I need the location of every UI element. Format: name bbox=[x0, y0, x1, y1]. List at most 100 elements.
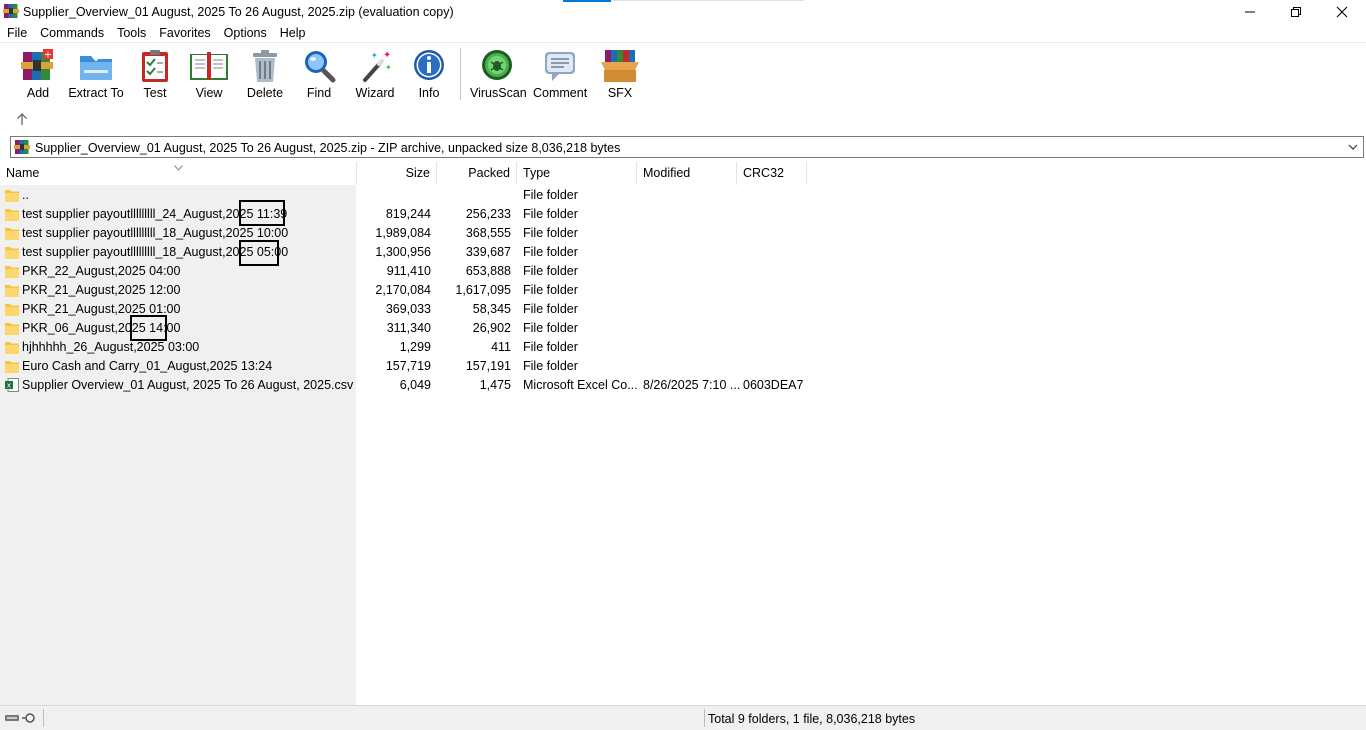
add-label: Add bbox=[26, 86, 50, 100]
row-packed: 256,233 bbox=[465, 207, 511, 221]
sfx-box-icon bbox=[599, 48, 641, 84]
column-packed[interactable]: Packed bbox=[437, 162, 517, 185]
row-type: File folder bbox=[523, 302, 578, 316]
magic-wand-icon: ✦ ✦ ✦ bbox=[357, 48, 393, 84]
folder-icon bbox=[5, 228, 19, 240]
file-row[interactable]: .. File folder bbox=[0, 186, 810, 205]
file-row[interactable]: x Supplier Overview_01 August, 2025 To 2… bbox=[0, 376, 810, 395]
title-grey-line bbox=[611, 0, 804, 1]
row-type: File folder bbox=[523, 340, 578, 354]
delete-button[interactable]: Delete bbox=[246, 48, 284, 100]
menu-tools[interactable]: Tools bbox=[110, 24, 152, 42]
row-name: PKR_22_August,2025 04:00 bbox=[22, 264, 181, 278]
file-row[interactable]: PKR_22_August,2025 04:00 911,410 653,888… bbox=[0, 262, 810, 281]
sfx-button[interactable]: SFX bbox=[599, 48, 641, 100]
minimize-icon bbox=[1245, 11, 1255, 13]
row-modified: 8/26/2025 7:10 ... bbox=[643, 378, 741, 392]
column-crc32[interactable]: CRC32 bbox=[737, 162, 807, 185]
status-drive-icons[interactable] bbox=[4, 712, 38, 727]
zip-archive-icon bbox=[14, 139, 30, 155]
column-type[interactable]: Type bbox=[517, 162, 637, 185]
file-row[interactable]: PKR_21_August,2025 12:00 2,170,084 1,617… bbox=[0, 281, 810, 300]
folder-icon bbox=[5, 342, 19, 354]
virusscan-button[interactable]: VirusScan bbox=[470, 48, 527, 100]
view-button[interactable]: View bbox=[187, 48, 231, 100]
window-title: Supplier_Overview_01 August, 2025 To 26 … bbox=[23, 5, 454, 19]
row-type: Microsoft Excel Co... bbox=[523, 378, 638, 392]
row-type: File folder bbox=[523, 188, 578, 202]
close-icon bbox=[1336, 6, 1348, 18]
address-dropdown-button[interactable] bbox=[1347, 141, 1359, 153]
trash-bin-icon bbox=[247, 48, 283, 84]
comment-button[interactable]: Comment bbox=[533, 48, 587, 100]
row-packed: 653,888 bbox=[465, 264, 511, 278]
row-type: File folder bbox=[523, 321, 578, 335]
find-button[interactable]: Find bbox=[301, 48, 337, 100]
winrar-app-icon bbox=[3, 3, 19, 19]
row-type: File folder bbox=[523, 245, 578, 259]
address-text: Supplier_Overview_01 August, 2025 To 26 … bbox=[35, 141, 621, 155]
maximize-button[interactable] bbox=[1273, 0, 1319, 24]
virusscan-label: VirusScan bbox=[470, 86, 527, 100]
arrow-up-icon bbox=[17, 113, 27, 125]
sort-indicator-icon bbox=[174, 160, 183, 171]
menu-favorites[interactable]: Favorites bbox=[152, 24, 216, 42]
delete-label: Delete bbox=[246, 86, 284, 100]
menu-commands[interactable]: Commands bbox=[33, 24, 110, 42]
row-packed: 157,191 bbox=[465, 359, 511, 373]
row-size: 6,049 bbox=[399, 378, 431, 392]
title-bar: Supplier_Overview_01 August, 2025 To 26 … bbox=[0, 0, 1366, 24]
menu-file[interactable]: File bbox=[0, 24, 33, 42]
test-button[interactable]: Test bbox=[137, 48, 173, 100]
row-size: 311,340 bbox=[386, 321, 431, 335]
row-size bbox=[357, 186, 431, 205]
status-bar: Total 9 folders, 1 file, 8,036,218 bytes bbox=[0, 705, 1366, 730]
folder-icon bbox=[5, 361, 19, 373]
column-modified[interactable]: Modified bbox=[637, 162, 737, 185]
menu-bar: File Commands Tools Favorites Options He… bbox=[0, 24, 1366, 42]
up-folder-button[interactable] bbox=[14, 111, 30, 127]
row-packed: 1,617,095 bbox=[455, 283, 511, 297]
title-accent-line bbox=[563, 0, 611, 2]
highlight-box-1400 bbox=[130, 315, 167, 341]
file-row[interactable]: test supplier payoutlllllllll_18_August,… bbox=[0, 243, 810, 262]
file-row[interactable]: PKR_06_August,2025 14:00 311,340 26,902 … bbox=[0, 319, 810, 338]
file-row[interactable]: Euro Cash and Carry_01_August,2025 13:24… bbox=[0, 357, 810, 376]
close-button[interactable] bbox=[1319, 0, 1365, 24]
row-size: 819,244 bbox=[385, 207, 431, 221]
add-button[interactable]: + Add bbox=[20, 48, 56, 100]
folder-icon bbox=[5, 323, 19, 335]
magnifier-icon bbox=[301, 48, 337, 84]
row-name: .. bbox=[22, 188, 29, 202]
menu-help[interactable]: Help bbox=[273, 24, 312, 42]
view-book-icon bbox=[188, 48, 230, 84]
row-size: 1,989,084 bbox=[375, 226, 431, 240]
restore-icon bbox=[1291, 7, 1301, 17]
file-row[interactable]: test supplier payoutlllllllll_24_August,… bbox=[0, 205, 810, 224]
file-row[interactable]: PKR_21_August,2025 01:00 369,033 58,345 … bbox=[0, 300, 810, 319]
row-size: 911,410 bbox=[386, 264, 431, 278]
file-row[interactable]: test supplier payoutlllllllll_18_August,… bbox=[0, 224, 810, 243]
svg-text:✦: ✦ bbox=[385, 63, 392, 72]
info-button[interactable]: Info bbox=[411, 48, 447, 100]
status-separator bbox=[704, 709, 705, 727]
column-size[interactable]: Size bbox=[357, 162, 437, 185]
status-separator bbox=[43, 709, 44, 727]
menu-options[interactable]: Options bbox=[217, 24, 273, 42]
row-name: hjhhhhh_26_August,2025 03:00 bbox=[22, 340, 200, 354]
row-packed bbox=[437, 186, 511, 205]
virus-scan-icon bbox=[479, 48, 515, 84]
highlight-box-1139 bbox=[239, 200, 285, 226]
row-type: File folder bbox=[523, 359, 578, 373]
wizard-button[interactable]: ✦ ✦ ✦ Wizard bbox=[355, 48, 395, 100]
row-size: 2,170,084 bbox=[375, 283, 431, 297]
row-name: Supplier Overview_01 August, 2025 To 26 … bbox=[22, 378, 354, 392]
folder-icon bbox=[5, 247, 19, 259]
address-bar[interactable]: Supplier_Overview_01 August, 2025 To 26 … bbox=[10, 136, 1364, 158]
excel-file-icon: x bbox=[5, 378, 19, 392]
extract-to-button[interactable]: Extract To bbox=[68, 48, 124, 100]
folder-icon bbox=[5, 266, 19, 278]
view-label: View bbox=[195, 86, 223, 100]
minimize-button[interactable] bbox=[1227, 0, 1273, 24]
file-row[interactable]: hjhhhhh_26_August,2025 03:00 1,299 411 F… bbox=[0, 338, 810, 357]
